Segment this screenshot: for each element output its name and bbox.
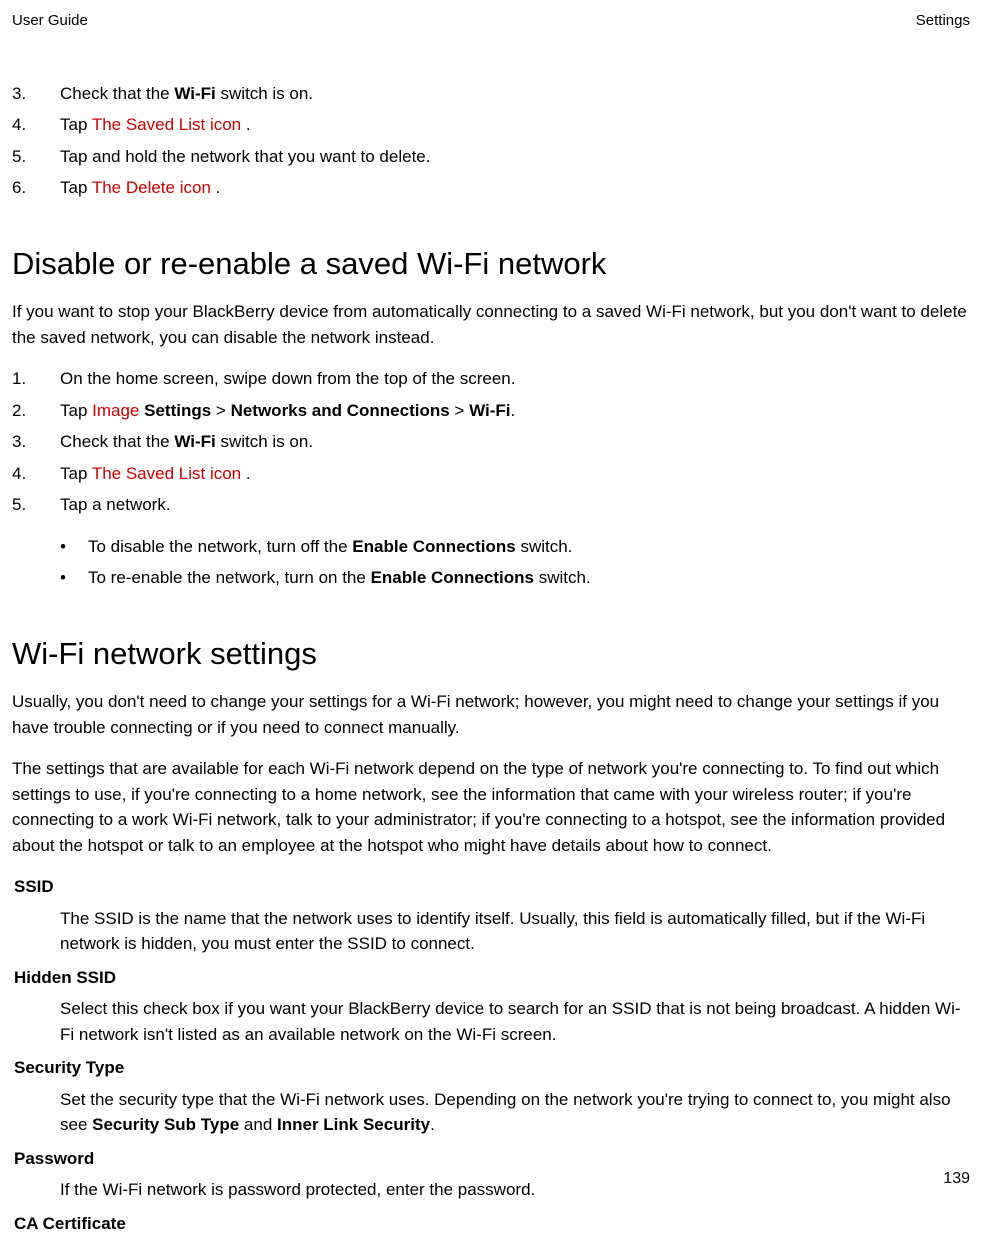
text-run: To disable the network, turn off the	[88, 537, 352, 556]
list-item: 1.On the home screen, swipe down from th…	[12, 366, 970, 392]
text-run: To re-enable the network, turn on the	[88, 568, 371, 587]
bold-text: Networks and Connections	[231, 401, 450, 420]
definition-term: CA Certificate	[14, 1211, 970, 1236]
bold-text: Wi-Fi	[174, 84, 215, 103]
list-number: 4.	[12, 461, 60, 487]
page-number: 139	[943, 1167, 970, 1191]
text-run: switch is on.	[216, 432, 313, 451]
list-content: Tap The Saved List icon .	[60, 112, 970, 138]
list-item: 3.Check that the Wi-Fi switch is on.	[12, 429, 970, 455]
text-run: and	[239, 1115, 277, 1134]
top-ordered-list: 3.Check that the Wi-Fi switch is on.4.Ta…	[12, 81, 970, 201]
bold-text: Inner Link Security	[277, 1115, 430, 1134]
list-item: 4.Tap The Saved List icon .	[12, 461, 970, 487]
list-item: 6.Tap The Delete icon .	[12, 175, 970, 201]
list-number: 1.	[12, 366, 60, 392]
text-run: switch is on.	[216, 84, 313, 103]
text-run: Check that the	[60, 84, 174, 103]
definition-term: SSID	[14, 874, 970, 900]
bullet-content: To re-enable the network, turn on the En…	[88, 565, 970, 591]
list-item: 5.Tap and hold the network that you want…	[12, 144, 970, 170]
header-right: Settings	[916, 10, 970, 33]
bold-text: Wi-Fi	[174, 432, 215, 451]
list-number: 3.	[12, 81, 60, 107]
list-number: 3.	[12, 429, 60, 455]
list-content: Tap and hold the network that you want t…	[60, 144, 970, 170]
bold-text: Wi-Fi	[469, 401, 510, 420]
text-run: switch.	[516, 537, 573, 556]
definition-term: Password	[14, 1146, 970, 1172]
definition-description: Select this check box if you want your B…	[60, 996, 970, 1047]
definition-description: The SSID is the name that the network us…	[60, 906, 970, 957]
text-run: Tap a network.	[60, 495, 171, 514]
list-content: On the home screen, swipe down from the …	[60, 366, 970, 392]
section-heading-disable: Disable or re-enable a saved Wi-Fi netwo…	[12, 241, 970, 288]
header-left: User Guide	[12, 10, 88, 33]
list-number: 2.	[12, 398, 60, 424]
text-run: .	[510, 401, 515, 420]
bold-text: Enable Connections	[352, 537, 515, 556]
list-item: 3.Check that the Wi-Fi switch is on.	[12, 81, 970, 107]
text-run: Tap	[60, 115, 92, 134]
list-item: 2.Tap Image Settings > Networks and Conn…	[12, 398, 970, 424]
list-content: Check that the Wi-Fi switch is on.	[60, 81, 970, 107]
image-placeholder-icon: The Saved List icon	[92, 115, 241, 134]
section-heading-settings: Wi-Fi network settings	[12, 631, 970, 678]
text-run: .	[430, 1115, 435, 1134]
bullet-item: •To disable the network, turn off the En…	[12, 534, 970, 560]
text-run: Check that the	[60, 432, 174, 451]
image-placeholder-icon: The Saved List icon	[92, 464, 241, 483]
definition-term: Security Type	[14, 1055, 970, 1081]
list-content: Check that the Wi-Fi switch is on.	[60, 429, 970, 455]
text-run: switch.	[534, 568, 591, 587]
page-header: User Guide Settings	[12, 10, 970, 33]
list-number: 6.	[12, 175, 60, 201]
text-run: The SSID is the name that the network us…	[60, 909, 925, 954]
bullet-content: To disable the network, turn off the Ena…	[88, 534, 970, 560]
list-number: 5.	[12, 144, 60, 170]
list-content: Tap The Delete icon .	[60, 175, 970, 201]
section2-para-0: Usually, you don't need to change your s…	[12, 689, 970, 740]
list-number: 4.	[12, 112, 60, 138]
text-run: If the Wi-Fi network is password protect…	[60, 1180, 535, 1199]
list-number: 5.	[12, 492, 60, 518]
section1-ordered-list: 1.On the home screen, swipe down from th…	[12, 366, 970, 518]
text-run: Tap	[60, 178, 92, 197]
section1-intro: If you want to stop your BlackBerry devi…	[12, 299, 970, 350]
text-run: Tap and hold the network that you want t…	[60, 147, 430, 166]
bold-text: Settings	[144, 401, 211, 420]
list-item: 4.Tap The Saved List icon .	[12, 112, 970, 138]
definition-description: Set the security type that the Wi-Fi net…	[60, 1087, 970, 1138]
text-run: .	[211, 178, 220, 197]
text-run: >	[450, 401, 469, 420]
bold-text: Security Sub Type	[92, 1115, 239, 1134]
bullet-item: •To re-enable the network, turn on the E…	[12, 565, 970, 591]
image-placeholder-icon: The Delete icon	[92, 178, 211, 197]
list-content: Tap Image Settings > Networks and Connec…	[60, 398, 970, 424]
definition-list: SSID The SSID is the name that the networ…	[12, 874, 970, 1236]
definition-description: If the Wi-Fi network is password protect…	[60, 1177, 970, 1203]
text-run: .	[241, 115, 250, 134]
bold-text: Enable Connections	[371, 568, 534, 587]
text-run: Select this check box if you want your B…	[60, 999, 961, 1044]
text-run: .	[241, 464, 250, 483]
list-content: Tap The Saved List icon .	[60, 461, 970, 487]
section1-bullets: •To disable the network, turn off the En…	[12, 534, 970, 591]
text-run: Tap	[60, 401, 92, 420]
bullet-icon: •	[60, 565, 88, 591]
text-run: Tap	[60, 464, 92, 483]
definition-term: Hidden SSID	[14, 965, 970, 991]
list-item: 5.Tap a network.	[12, 492, 970, 518]
bullet-icon: •	[60, 534, 88, 560]
image-placeholder-icon: Image	[92, 401, 139, 420]
text-run: On the home screen, swipe down from the …	[60, 369, 515, 388]
section2-para-1: The settings that are available for each…	[12, 756, 970, 858]
list-content: Tap a network.	[60, 492, 970, 518]
text-run: >	[211, 401, 230, 420]
